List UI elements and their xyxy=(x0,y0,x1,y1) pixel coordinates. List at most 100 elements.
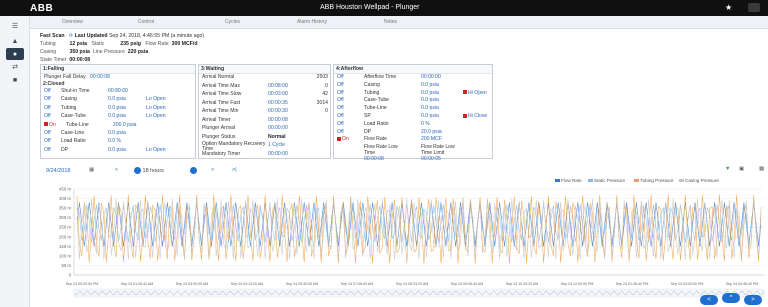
state-badge[interactable]: Off xyxy=(337,121,364,127)
waiting-row-value: 1 Cycle xyxy=(268,142,285,148)
waiting-row: Arrival Time Slow 00:03:00 42 xyxy=(202,91,328,97)
afterflow-row-value: 0.0 psia xyxy=(421,89,439,96)
state-badge[interactable]: Off xyxy=(44,105,61,111)
y-tick-label: 50 m xyxy=(61,263,71,268)
tab-control[interactable]: Control xyxy=(138,19,154,25)
waiting-row-value: 00:00:35 xyxy=(268,99,288,106)
afterflow-row-value: 0 % xyxy=(421,120,430,127)
state-badge[interactable]: On xyxy=(342,136,364,142)
tab-notes[interactable]: Notes xyxy=(384,19,397,25)
closed-row-extra: Lo Open xyxy=(146,113,166,120)
fall-delay-label: Plunger Fall Delay xyxy=(44,74,86,80)
state-badge[interactable]: Off xyxy=(44,138,61,144)
flow-rate-low-limit-label: Flow Rate Low Time Limit xyxy=(421,144,455,156)
afterflow-row-value: 0.0 psia xyxy=(421,81,439,88)
alarm-indicator xyxy=(463,90,467,95)
state-badge[interactable]: Off xyxy=(337,105,364,111)
state-badge[interactable]: Off xyxy=(337,82,364,88)
flow-rate-low-time-label: Flow Rate Low Time xyxy=(364,144,398,156)
waiting-row-value: Normal xyxy=(268,133,286,140)
chart-icon[interactable]: ▲ xyxy=(6,35,24,47)
state-badge[interactable]: Off xyxy=(44,96,61,102)
x-tick-label: Sep 24 01:26:40 PM xyxy=(616,282,649,286)
state-badge[interactable]: Off xyxy=(44,88,61,94)
state-badge[interactable]: Off xyxy=(337,97,364,103)
last-updated-value: Sep 24, 2018, 4:46:55 PM (a minute ago) xyxy=(108,33,205,39)
closed-row-value: 0.0 psia xyxy=(108,113,126,120)
y-tick-label: 250 m xyxy=(59,225,71,230)
x-tick-label: Sep 24 01:26:42 AM xyxy=(121,282,154,286)
state-timer-label: State Timer xyxy=(40,57,67,63)
y-tick-label: 450 m xyxy=(59,187,71,192)
casing-line: Casing 350 psia Line Pressure 220 psia xyxy=(40,49,148,55)
tab-alarm-history[interactable]: Alarm History xyxy=(297,19,327,25)
waiting-row-value: 00:03:00 xyxy=(268,91,288,97)
waiting-row-label: Arrival Timer xyxy=(202,116,231,123)
waiting-row: Arrival Normal 2503 xyxy=(202,74,328,80)
state-badge[interactable]: Off xyxy=(337,129,364,135)
casing-value: 350 psia xyxy=(69,49,90,55)
afterflow-row-value: 200 MCF xyxy=(421,136,442,143)
favorite-icon[interactable]: ★ xyxy=(725,3,732,12)
flow-rate-value: 300 MCF/d xyxy=(171,41,198,47)
state-badge[interactable]: Off xyxy=(44,113,61,119)
x-tick-label: Sep 24 04:13:20 AM xyxy=(231,282,264,286)
state-badge[interactable]: Off xyxy=(337,90,364,96)
closed-row: Off Tubing 0.0 psia Lo Open xyxy=(44,105,166,111)
state-badge[interactable]: Off xyxy=(44,130,61,136)
y-tick-label: 150 m xyxy=(59,244,71,249)
user-icon[interactable] xyxy=(748,3,760,12)
closed-row-value: 200.0 psia xyxy=(113,121,137,128)
waiting-row-value: 00:00:00 xyxy=(268,125,288,131)
afterflow-row-value: 0.0 psia xyxy=(421,97,439,104)
afterflow-row: On Flow Rate 200 MCF xyxy=(337,136,463,142)
closed-row: Off Shut-in Time 00:80:00 xyxy=(44,88,146,94)
waiting-row-value: 00:00:30 xyxy=(268,108,288,114)
y-tick-label: 300 m xyxy=(59,215,71,220)
state-badge[interactable]: Off xyxy=(44,147,61,153)
list-icon[interactable]: ■ xyxy=(6,74,24,86)
fall-delay-value: 00:00:08 xyxy=(90,74,110,80)
afterflow-row-extra: Hi Open xyxy=(468,89,487,96)
afterflow-row: Off SP 0.0 psia Hi Close xyxy=(337,113,487,119)
afterflow-row-label: Tube-Line xyxy=(364,105,387,112)
waiting-row-label: Arrival Normal xyxy=(202,74,235,80)
closed-row-label: Load Ratio xyxy=(61,138,86,145)
tab-overview[interactable]: Overview xyxy=(62,19,83,25)
asset-icon[interactable]: ● xyxy=(6,48,24,60)
state-badge[interactable]: On xyxy=(49,122,66,128)
state-badge[interactable]: Off xyxy=(337,74,364,80)
flow-rate-low-time-value: 00:00:08 xyxy=(364,156,384,162)
chart-canvas[interactable]: 450 m 400 m 350 m 300 m 250 m 200 m 150 m 100 m… xyxy=(36,163,766,307)
state-badge[interactable]: Off xyxy=(337,113,364,119)
tab-cycles[interactable]: Cycles xyxy=(225,19,240,25)
waiting-row: Arrival Time Max 00:08:00 0 xyxy=(202,83,328,89)
waiting-row-label: Mandatory Timer xyxy=(202,150,241,157)
scroll-left-button[interactable]: < xyxy=(700,295,718,305)
afterflow-row-label: DP xyxy=(364,128,372,135)
sidebar: ☰ ▲ ● ⇄ ■ xyxy=(0,16,30,307)
closed-row-label: Case-Tube xyxy=(61,113,87,120)
flow-rate-label: Flow Rate xyxy=(145,41,169,47)
state-timer-line: State Timer 00:00:08 xyxy=(40,57,90,63)
menu-icon[interactable]: ☰ xyxy=(6,20,24,32)
afterflow-row-extra: Hi Close xyxy=(468,113,488,119)
closed-row: Off Case-Line 0.0 psia xyxy=(44,130,146,136)
closed-row-label: DP xyxy=(61,146,69,153)
scroll-right-button[interactable]: > xyxy=(744,295,762,305)
waiting-row-label: Arrival Time Slow xyxy=(202,91,242,97)
refresh-icon[interactable]: ⟳ xyxy=(69,33,73,39)
waiting-row-count: 0 xyxy=(325,82,328,89)
waiting-header: 3:Waiting xyxy=(199,65,330,74)
x-tick-label: Sep 24 07:06:40 AM xyxy=(341,282,374,286)
afterflow-row-value: 0.0 psia xyxy=(421,113,439,119)
line-pressure-value: 220 psia xyxy=(127,49,149,55)
x-tick-label: Sep 24 10:33:20 AM xyxy=(506,282,539,286)
afterflow-panel: 4:Afterflow Off Afterflow Time 00:00:00 Off… xyxy=(333,64,493,162)
y-tick-label: 200 m xyxy=(59,234,71,239)
closed-row-value: 0.0 psia xyxy=(108,130,126,136)
waiting-row: Plunger Arrival 00:00:00 xyxy=(202,125,328,131)
scroll-top-button[interactable]: ^ xyxy=(722,293,740,303)
network-icon[interactable]: ⇄ xyxy=(6,61,24,73)
closed-row-value: 0.0 psia xyxy=(108,96,126,103)
